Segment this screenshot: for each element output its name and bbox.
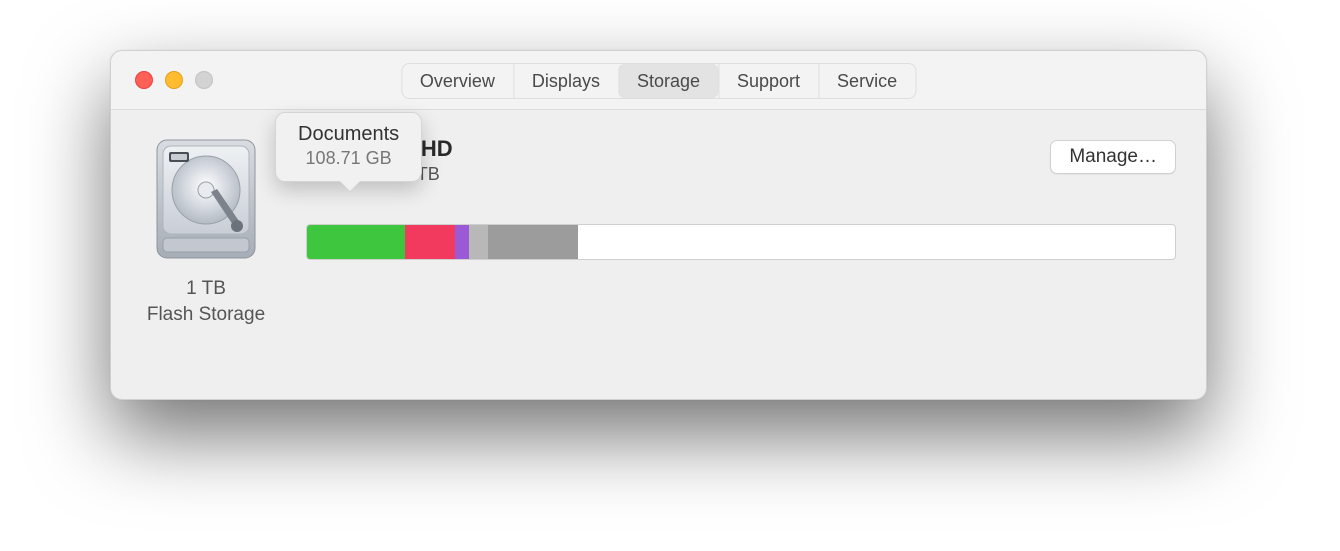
window-controls [135,71,213,89]
tooltip-size: 108.71 GB [298,148,399,169]
storage-tooltip: Documents 108.71 GB [275,112,422,182]
tab-overview[interactable]: Overview [402,64,513,98]
drive-capacity: 1 TB [131,276,281,302]
drive-summary: 1 TB Flash Storage [131,134,281,327]
titlebar: OverviewDisplaysStorageSupportService [111,51,1206,110]
storage-segment-other2[interactable] [488,225,577,259]
about-this-mac-window: OverviewDisplaysStorageSupportService [110,50,1207,400]
drive-type: Flash Storage [131,302,281,328]
storage-bar[interactable] [306,224,1176,260]
tab-support[interactable]: Support [718,64,818,98]
manage-button[interactable]: Manage… [1050,140,1176,174]
volume-name: Macintosh HD [306,136,1176,162]
zoom-icon [195,71,213,89]
tab-displays[interactable]: Displays [513,64,618,98]
volume-available: available of 1 TB [306,164,1176,185]
hard-drive-icon [151,134,261,264]
storage-segment-documents[interactable] [307,225,405,259]
tooltip-title: Documents [298,123,399,146]
tab-service[interactable]: Service [818,64,915,98]
storage-segment-other1[interactable] [455,225,469,259]
close-icon[interactable] [135,71,153,89]
minimize-icon[interactable] [165,71,183,89]
volume-info: Macintosh HD available of 1 TB [306,136,1176,185]
storage-content: 1 TB Flash Storage Macintosh HD availabl… [111,110,1206,400]
tab-storage[interactable]: Storage [618,64,718,98]
storage-segment-system[interactable] [469,225,488,259]
storage-segment-apps[interactable] [405,225,455,259]
tab-bar: OverviewDisplaysStorageSupportService [401,63,916,99]
